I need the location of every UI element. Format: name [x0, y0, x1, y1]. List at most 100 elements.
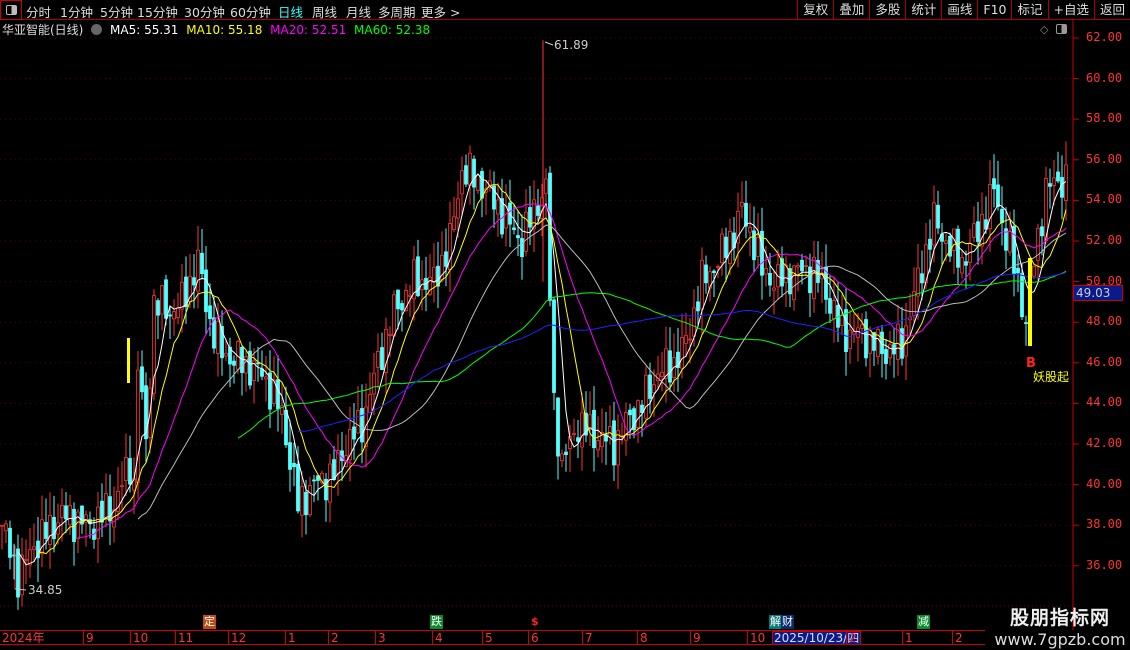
candle-body: [516, 235, 520, 239]
candle-body: [276, 379, 280, 410]
candle-body: [64, 505, 68, 520]
axis-tick-label: 48.00: [1086, 314, 1123, 329]
candle-body: [512, 227, 516, 231]
candle-body: [648, 374, 652, 399]
candle-body: [24, 558, 28, 561]
candle-body: [432, 266, 436, 283]
candle-body: [548, 172, 552, 301]
candle-body: [552, 299, 556, 393]
candle-body: [564, 451, 568, 455]
candle-body: [544, 178, 548, 195]
candle-body: [716, 265, 720, 268]
candle-body: [804, 265, 808, 267]
event-marker[interactable]: 减: [917, 615, 930, 629]
buy-signal-text: 妖股起: [1033, 370, 1070, 384]
candle-body: [700, 259, 704, 310]
candle-body: [356, 410, 360, 434]
date-label: 2: [328, 631, 339, 645]
candle-body: [1048, 183, 1052, 187]
candle-body: [308, 485, 312, 516]
candle-body: [328, 463, 332, 503]
candle-body: [108, 496, 112, 522]
date-label: 2: [846, 631, 857, 645]
watermark: 股朋指标网 www.7gpzb.com: [990, 603, 1130, 649]
candle-body: [764, 267, 768, 275]
event-marker[interactable]: $: [530, 615, 540, 629]
candle-body: [536, 205, 540, 216]
candle-body: [332, 459, 336, 480]
candle-body: [664, 348, 668, 379]
candle-body: [312, 479, 316, 482]
candle-body: [668, 350, 672, 383]
candle-body: [444, 251, 448, 267]
candle-body: [388, 333, 392, 336]
candle-body: [964, 261, 968, 266]
candle-body: [920, 273, 924, 284]
candle-body: [556, 397, 560, 457]
candle-body: [128, 458, 132, 485]
candle-body: [980, 213, 984, 247]
candle-body: [192, 277, 196, 286]
candle-body: [704, 264, 708, 284]
candle-body: [948, 235, 952, 257]
date-label: 1: [285, 631, 296, 645]
candle-body: [68, 505, 72, 526]
candle-body: [1040, 226, 1044, 237]
date-label: 9: [83, 631, 94, 645]
candle-body: [976, 221, 980, 242]
candle-body: [796, 265, 800, 268]
watermark-url: www.7gpzb.com: [994, 630, 1126, 649]
candle-body: [200, 252, 204, 275]
candle-body: [288, 442, 292, 470]
candle-body: [452, 216, 456, 230]
candle-body: [680, 337, 684, 369]
candle-body: [292, 462, 296, 468]
date-label: 1: [902, 631, 913, 645]
candle-body: [408, 294, 412, 297]
candle-body: [352, 426, 356, 440]
candle-body: [832, 300, 836, 320]
axis-tick-label: 42.00: [1086, 436, 1123, 450]
candle-body: [728, 231, 732, 264]
candle-body: [176, 307, 180, 318]
candle-body: [756, 236, 760, 257]
candle-body: [800, 259, 804, 272]
candle-body: [868, 330, 872, 354]
candle-body: [636, 400, 640, 428]
candle-body: [136, 369, 140, 483]
candle-body: [692, 307, 696, 337]
candle-body: [572, 433, 576, 436]
candle-body: [812, 256, 816, 300]
watermark-title: 股朋指标网: [1009, 607, 1110, 629]
event-marker[interactable]: 定: [203, 615, 216, 629]
candle-body: [472, 158, 476, 188]
candle-body: [628, 409, 632, 416]
axis-tick-label: 46.00: [1086, 354, 1123, 369]
candle-body: [960, 257, 964, 274]
candle-body: [688, 338, 692, 341]
candle-body: [460, 170, 464, 195]
candle-body: [304, 491, 308, 516]
signal-bar: [1028, 258, 1032, 346]
price-chart[interactable]: [0, 0, 1130, 650]
candle-body: [884, 349, 888, 364]
candle-body: [696, 301, 700, 312]
candle-body: [208, 305, 212, 319]
candle-body: [224, 352, 228, 357]
candle-body: [100, 500, 104, 523]
date-label: 10: [130, 631, 148, 645]
event-marker[interactable]: 跌: [430, 615, 443, 629]
candle-body: [216, 321, 220, 354]
candle-body: [724, 236, 728, 258]
candle-body: [464, 165, 468, 185]
low-price-annotation: 34.85: [28, 583, 63, 597]
date-label: 11: [175, 631, 193, 645]
signal-bar: [127, 338, 130, 383]
candle-body: [520, 238, 524, 258]
candle-body: [76, 511, 80, 540]
candle-body: [652, 384, 656, 394]
candle-body: [104, 493, 108, 519]
candle-body: [44, 522, 48, 539]
axis-tick-label: 56.00: [1086, 151, 1123, 166]
event-marker[interactable]: 财: [781, 615, 794, 629]
